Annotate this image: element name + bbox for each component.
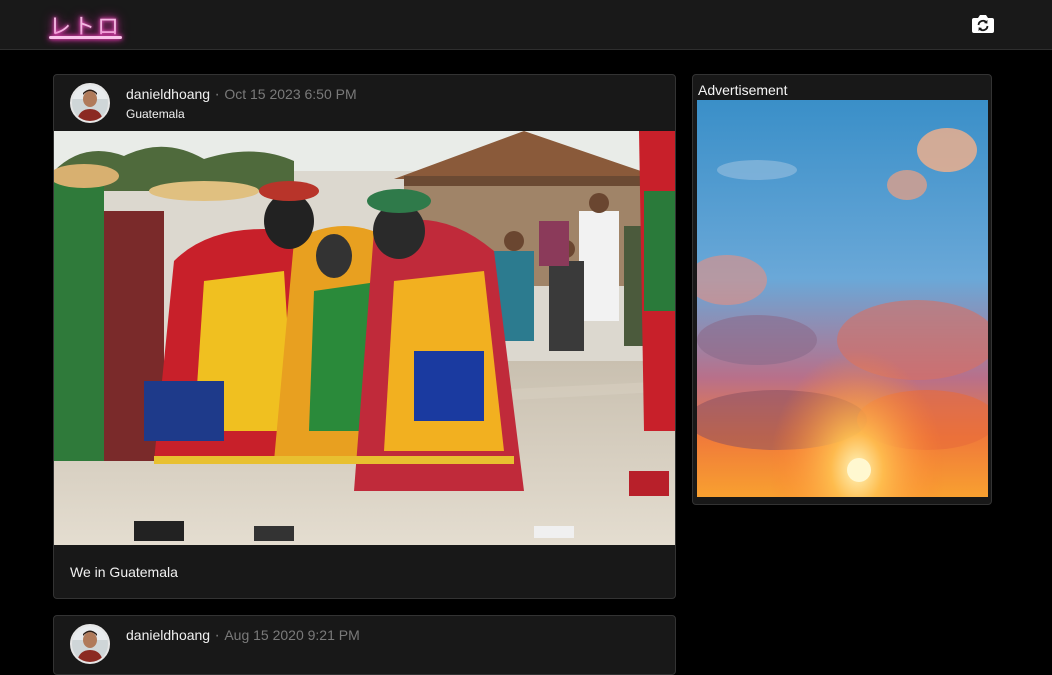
top-navbar: レトロ <box>0 0 1052 50</box>
post-timestamp: Aug 15 2020 9:21 PM <box>224 627 360 643</box>
ad-title: Advertisement <box>698 82 788 98</box>
camera-rotate-icon[interactable] <box>971 12 995 34</box>
post-meta: danieldhoang · Aug 15 2020 9:21 PM <box>126 627 360 645</box>
logo-underline <box>49 36 122 39</box>
post-timestamp: Oct 15 2023 6:50 PM <box>224 86 357 102</box>
meta-separator: · <box>214 86 220 103</box>
meta-separator: · <box>214 627 220 644</box>
username-link[interactable]: danieldhoang <box>126 627 210 643</box>
avatar[interactable] <box>70 83 110 123</box>
post-location[interactable]: Guatemala <box>126 107 185 121</box>
advertisement-panel: Advertisement <box>692 74 992 505</box>
post-caption: We in Guatemala <box>70 564 178 580</box>
username-link[interactable]: danieldhoang <box>126 86 210 102</box>
post-meta: danieldhoang · Oct 15 2023 6:50 PM <box>126 86 357 104</box>
post-card: danieldhoang · Oct 15 2023 6:50 PM Guate… <box>53 74 676 599</box>
post-card: danieldhoang · Aug 15 2020 9:21 PM <box>53 615 676 675</box>
ad-image[interactable] <box>697 100 988 497</box>
avatar[interactable] <box>70 624 110 664</box>
post-photo[interactable] <box>54 131 675 545</box>
